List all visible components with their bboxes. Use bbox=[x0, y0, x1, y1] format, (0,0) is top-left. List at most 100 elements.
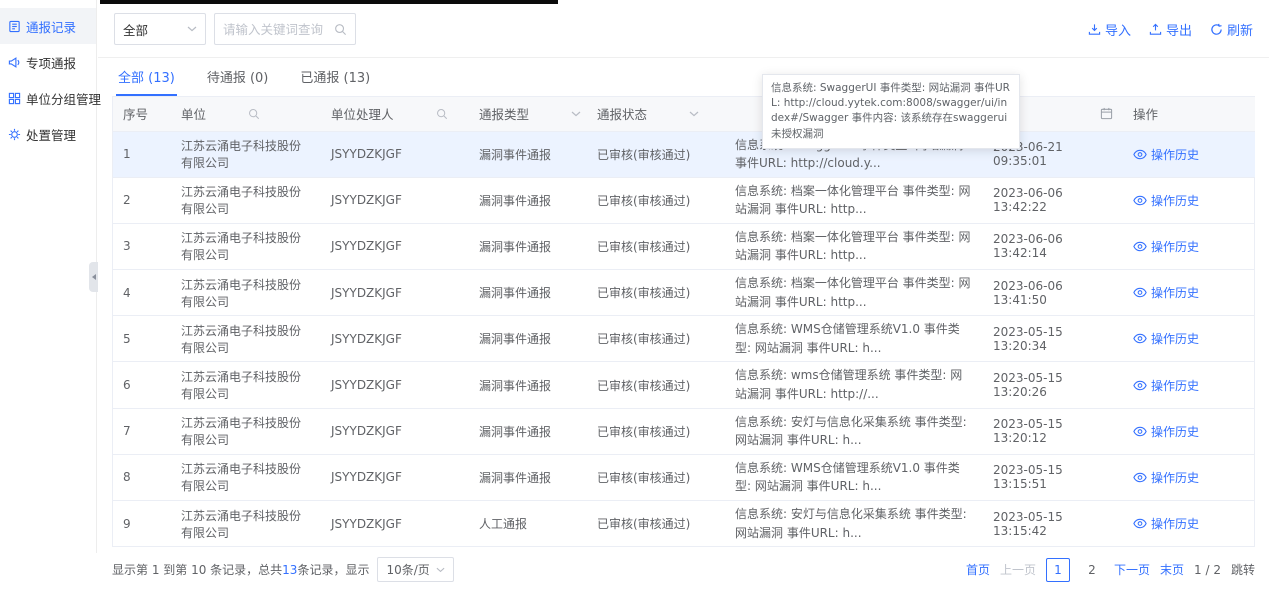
last-page-button[interactable]: 末页 bbox=[1160, 561, 1184, 578]
action-history-link[interactable]: 操作历史 bbox=[1133, 192, 1199, 209]
sidebar-item-label: 单位分组管理 bbox=[26, 89, 101, 108]
cell-index: 2 bbox=[123, 193, 131, 207]
page-number-2[interactable]: 2 bbox=[1080, 558, 1104, 582]
cell-report-time: 2023-05-15 13:20:34 bbox=[993, 325, 1063, 353]
table-row[interactable]: 9 江苏云涌电子科技股份有限公司 JSYYDZKJGF 人工通报 已审核(审核通… bbox=[113, 501, 1255, 547]
cell-index: 4 bbox=[123, 286, 131, 300]
cell-report-time: 2023-05-15 13:20:12 bbox=[993, 417, 1063, 445]
cell-report-type: 漏洞事件通报 bbox=[479, 425, 551, 439]
action-history-link[interactable]: 操作历史 bbox=[1133, 515, 1199, 532]
status-filter-chevron-icon[interactable] bbox=[689, 111, 699, 117]
cell-report-type: 漏洞事件通报 bbox=[479, 194, 551, 208]
handler-search-icon[interactable] bbox=[436, 108, 448, 120]
cell-report-status: 已审核(审核通过) bbox=[597, 425, 690, 439]
summary-prefix: 显示第 1 到第 10 条记录，总共 bbox=[112, 561, 282, 578]
sidebar-item-disposal-management[interactable]: 处置管理 bbox=[0, 116, 96, 152]
tab-reported[interactable]: 已通报 (13) bbox=[298, 58, 372, 96]
cell-report-time: 2023-05-15 13:20:26 bbox=[993, 371, 1063, 399]
filter-select[interactable]: 全部 bbox=[114, 13, 206, 45]
eye-icon bbox=[1133, 380, 1147, 391]
table-row[interactable]: 4 江苏云涌电子科技股份有限公司 JSYYDZKJGF 漏洞事件通报 已审核(审… bbox=[113, 270, 1255, 316]
table-row[interactable]: 8 江苏云涌电子科技股份有限公司 JSYYDZKJGF 漏洞事件通报 已审核(审… bbox=[113, 454, 1255, 500]
main-content: 全部 导入 导出 刷新 全部 (13) 待通报 (0) bbox=[98, 0, 1269, 553]
action-history-link[interactable]: 操作历史 bbox=[1133, 284, 1199, 301]
table-row[interactable]: 5 江苏云涌电子科技股份有限公司 JSYYDZKJGF 漏洞事件通报 已审核(审… bbox=[113, 316, 1255, 362]
refresh-label: 刷新 bbox=[1227, 20, 1253, 39]
cell-unit: 江苏云涌电子科技股份有限公司 bbox=[181, 370, 301, 401]
prev-page-button[interactable]: 上一页 bbox=[1000, 561, 1036, 578]
next-page-button[interactable]: 下一页 bbox=[1114, 561, 1150, 578]
eye-icon bbox=[1133, 149, 1147, 160]
table-row[interactable]: 1 江苏云涌电子科技股份有限公司 JSYYDZKJGF 漏洞事件通报 已审核(审… bbox=[113, 131, 1255, 177]
cell-unit: 江苏云涌电子科技股份有限公司 bbox=[181, 185, 301, 216]
action-history-link[interactable]: 操作历史 bbox=[1133, 146, 1199, 163]
table-row[interactable]: 7 江苏云涌电子科技股份有限公司 JSYYDZKJGF 漏洞事件通报 已审核(审… bbox=[113, 408, 1255, 454]
chevron-down-icon bbox=[187, 26, 197, 32]
page-size-value: 10条/页 bbox=[386, 561, 429, 578]
sidebar-item-unit-group-management[interactable]: 单位分组管理 bbox=[0, 80, 96, 116]
cell-report-content: 信息系统: 安灯与信息化采集系统 事件类型: 网站漏洞 事件URL: h... bbox=[735, 413, 973, 450]
cell-report-content: 信息系统: WMS仓储管理系统V1.0 事件类型: 网站漏洞 事件URL: h.… bbox=[735, 459, 973, 496]
col-header-status: 通报状态 bbox=[597, 104, 715, 123]
cell-handler: JSYYDZKJGF bbox=[331, 286, 402, 300]
cell-report-time: 2023-05-15 13:15:42 bbox=[993, 510, 1063, 538]
sidebar-item-special-report[interactable]: 专项通报 bbox=[0, 44, 96, 80]
search-icon[interactable] bbox=[334, 23, 347, 36]
jump-to-page[interactable]: 跳转 bbox=[1231, 561, 1255, 578]
col-label: 单位处理人 bbox=[331, 104, 394, 123]
sidebar-collapse-handle[interactable] bbox=[89, 262, 98, 292]
action-history-link[interactable]: 操作历史 bbox=[1133, 423, 1199, 440]
col-header-index: 序号 bbox=[123, 104, 161, 123]
cell-handler: JSYYDZKJGF bbox=[331, 378, 402, 392]
table-row[interactable]: 6 江苏云涌电子科技股份有限公司 JSYYDZKJGF 漏洞事件通报 已审核(审… bbox=[113, 362, 1255, 408]
table-row[interactable]: 3 江苏云涌电子科技股份有限公司 JSYYDZKJGF 漏洞事件通报 已审核(审… bbox=[113, 223, 1255, 269]
col-header-handler: 单位处理人 bbox=[331, 104, 459, 123]
import-label: 导入 bbox=[1105, 20, 1131, 39]
cell-handler: JSYYDZKJGF bbox=[331, 239, 402, 253]
records-table: 序号 单位 单位处理人 通报类型 通报状态 操作 1 江苏云涌电子科技股份有限公… bbox=[112, 96, 1255, 547]
group-management-icon bbox=[8, 92, 21, 105]
action-history-label: 操作历史 bbox=[1151, 377, 1199, 394]
refresh-icon bbox=[1210, 23, 1223, 36]
cell-report-type: 漏洞事件通报 bbox=[479, 286, 551, 300]
page-size-select[interactable]: 10条/页 bbox=[377, 557, 453, 582]
cell-report-type: 漏洞事件通报 bbox=[479, 240, 551, 254]
first-page-button[interactable]: 首页 bbox=[966, 561, 990, 578]
date-filter-calendar-icon[interactable] bbox=[1100, 107, 1113, 120]
import-button[interactable]: 导入 bbox=[1088, 20, 1131, 39]
cell-report-time: 2023-06-06 13:41:50 bbox=[993, 279, 1063, 307]
cell-report-content: 信息系统: 档案一体化管理平台 事件类型: 网站漏洞 事件URL: http..… bbox=[735, 274, 973, 311]
eye-icon bbox=[1133, 195, 1147, 206]
action-history-label: 操作历史 bbox=[1151, 146, 1199, 163]
records-icon bbox=[8, 20, 21, 33]
cell-index: 8 bbox=[123, 470, 131, 484]
col-label: 序号 bbox=[123, 104, 148, 123]
table-header-row: 序号 单位 单位处理人 通报类型 通报状态 操作 bbox=[113, 97, 1255, 131]
action-history-link[interactable]: 操作历史 bbox=[1133, 377, 1199, 394]
cell-report-content: 信息系统: WMS仓储管理系统V1.0 事件类型: 网站漏洞 事件URL: h.… bbox=[735, 320, 973, 357]
keyword-search-input[interactable] bbox=[223, 22, 334, 37]
action-history-link[interactable]: 操作历史 bbox=[1133, 330, 1199, 347]
page-number-1[interactable]: 1 bbox=[1046, 558, 1070, 582]
cell-report-status: 已审核(审核通过) bbox=[597, 240, 690, 254]
cell-report-type: 漏洞事件通报 bbox=[479, 148, 551, 162]
table-footer: 显示第 1 到第 10 条记录，总共13条记录，显示 10条/页 首页 上一页 … bbox=[98, 547, 1269, 592]
action-history-link[interactable]: 操作历史 bbox=[1133, 469, 1199, 486]
table-body: 1 江苏云涌电子科技股份有限公司 JSYYDZKJGF 漏洞事件通报 已审核(审… bbox=[113, 131, 1255, 546]
export-button[interactable]: 导出 bbox=[1149, 20, 1192, 39]
eye-icon bbox=[1133, 426, 1147, 437]
action-history-link[interactable]: 操作历史 bbox=[1133, 238, 1199, 255]
tab-pending[interactable]: 待通报 (0) bbox=[205, 58, 271, 96]
table-row[interactable]: 2 江苏云涌电子科技股份有限公司 JSYYDZKJGF 漏洞事件通报 已审核(审… bbox=[113, 177, 1255, 223]
cell-report-status: 已审核(审核通过) bbox=[597, 471, 690, 485]
tab-all[interactable]: 全部 (13) bbox=[116, 58, 177, 96]
type-filter-chevron-icon[interactable] bbox=[571, 111, 581, 117]
action-history-label: 操作历史 bbox=[1151, 284, 1199, 301]
col-header-unit: 单位 bbox=[181, 104, 311, 123]
special-report-icon bbox=[8, 56, 21, 69]
sidebar-item-report-records[interactable]: 通报记录 bbox=[0, 8, 96, 44]
cell-index: 9 bbox=[123, 517, 131, 531]
export-label: 导出 bbox=[1166, 20, 1192, 39]
refresh-button[interactable]: 刷新 bbox=[1210, 20, 1253, 39]
unit-search-icon[interactable] bbox=[248, 108, 260, 120]
